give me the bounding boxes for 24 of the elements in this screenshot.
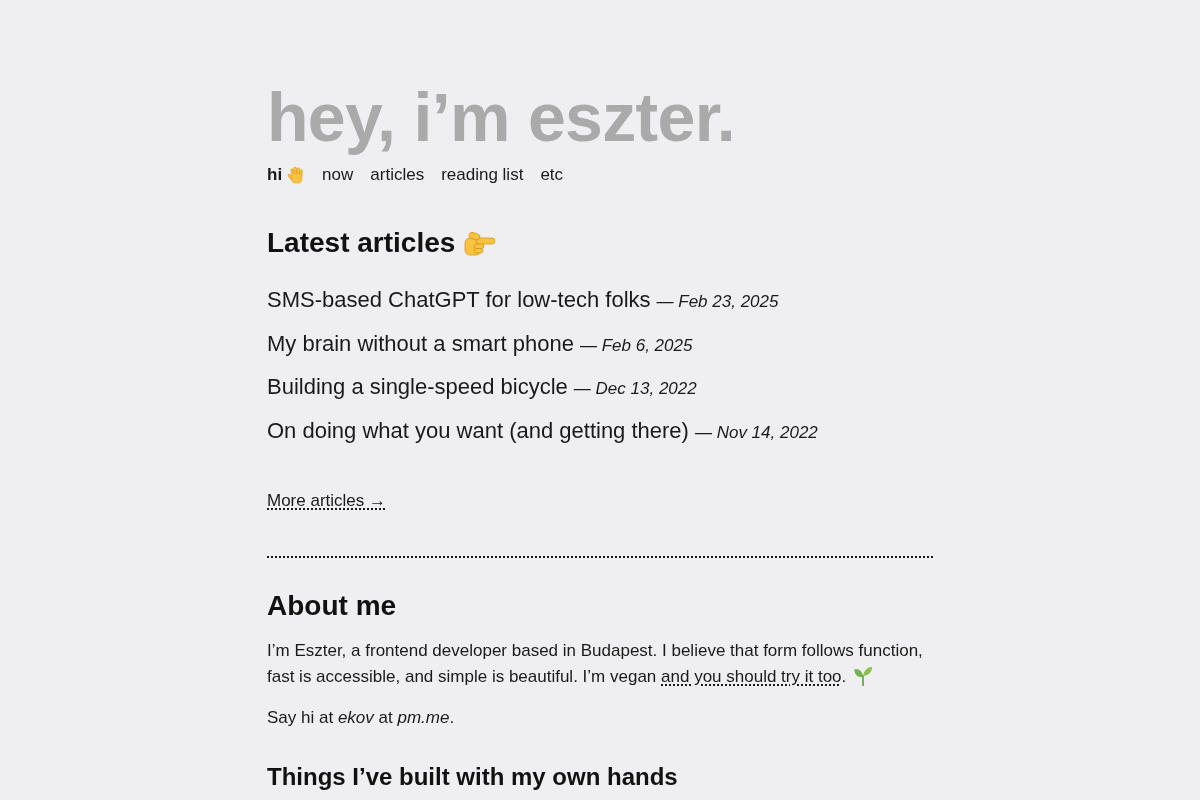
article-link[interactable]: Building a single-speed bicycle — [267, 372, 568, 402]
section-heading: Latest articles — [267, 226, 456, 260]
site-title: hey, i’m eszter. — [267, 80, 736, 155]
article-date: — Dec 13, 2022 — [573, 378, 697, 400]
section-heading: Things I’ve built with my own hands — [267, 761, 679, 792]
article-link[interactable]: On doing what you want (and getting there) — [267, 415, 689, 446]
hand-icon — [287, 166, 306, 184]
article-date: — Feb 6, 2025 — [579, 334, 693, 357]
more-articles-link[interactable]: More articles → — [267, 489, 387, 512]
pointing-hand-icon — [464, 230, 497, 256]
seedling-icon — [854, 665, 873, 686]
nav-link[interactable]: articles — [370, 165, 425, 185]
article-date: — Feb 23, 2025 — [656, 291, 779, 313]
about-paragraph: I’m Eszter, a frontend developer based in Budapest. I believe that form follows function, fast is accessible, and simple is beautiful. I’m vegan and you should try it too. — [267, 640, 923, 686]
nav-link[interactable]: hi — [267, 165, 306, 185]
nav-link[interactable]: reading list — [441, 165, 524, 185]
nav-link[interactable]: now — [322, 165, 354, 185]
section-heading: About me — [267, 588, 398, 623]
contact-text: Say hi at ekov at pm.me. — [267, 707, 455, 727]
article-date: — Nov 14, 2022 — [694, 421, 818, 444]
article-link[interactable]: SMS-based ChatGPT for low-tech folks — [267, 285, 651, 315]
article-link[interactable]: My brain without a smart phone — [267, 328, 574, 359]
nav-link[interactable]: etc — [540, 165, 564, 185]
vegan-link[interactable]: and you should try it too — [661, 666, 842, 686]
